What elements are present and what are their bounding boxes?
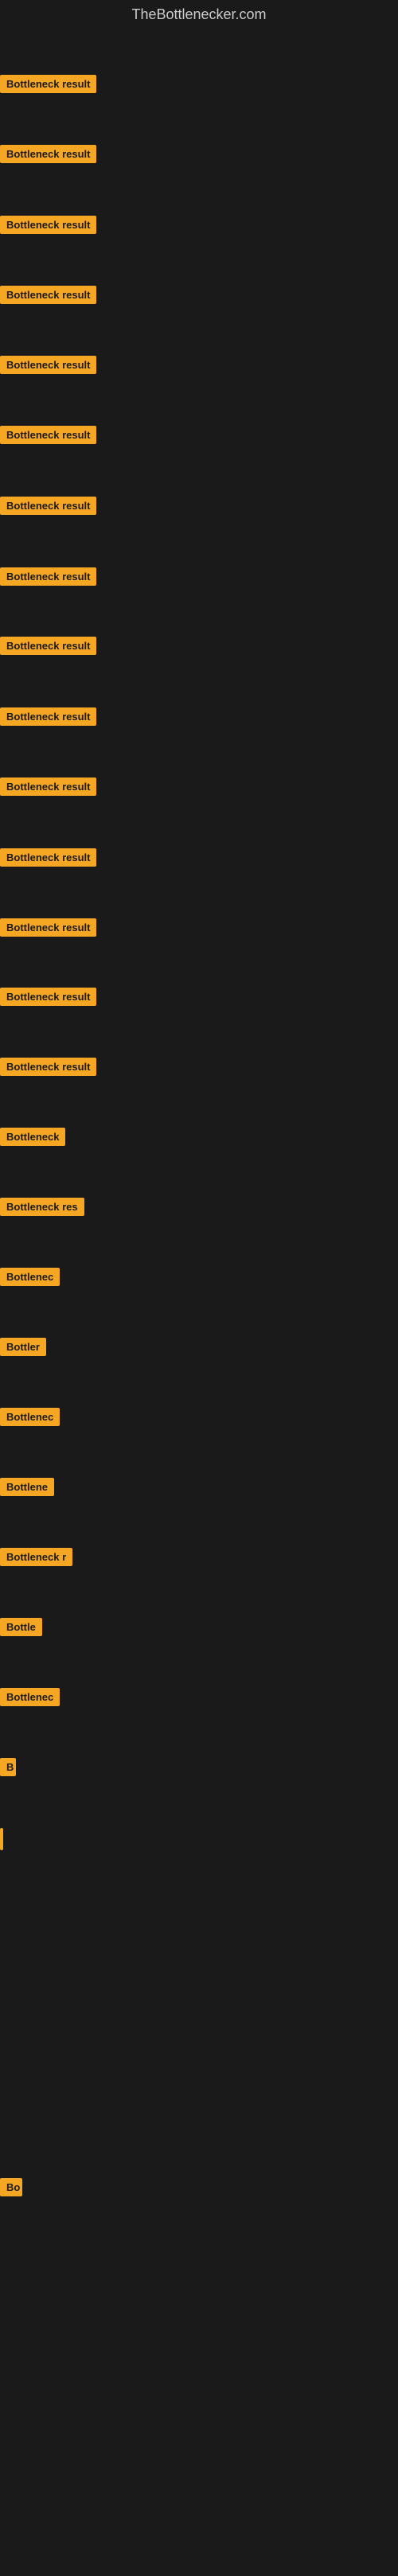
- bottleneck-item: Bottleneck result: [0, 707, 96, 730]
- bottleneck-label: Bottleneck result: [0, 1058, 96, 1076]
- bottleneck-label: Bottleneck result: [0, 356, 96, 374]
- bottleneck-item: Bottlenec: [0, 1268, 60, 1290]
- bottleneck-label: Bottleneck result: [0, 988, 96, 1006]
- bottleneck-item: Bottleneck result: [0, 75, 96, 97]
- bottleneck-label: Bottleneck result: [0, 567, 96, 586]
- bottleneck-item: B: [0, 1758, 16, 1780]
- bottleneck-item: Bottleneck result: [0, 426, 96, 448]
- bottleneck-item: Bottleneck: [0, 1128, 65, 1150]
- bottleneck-label: Bottleneck r: [0, 1548, 72, 1566]
- bottleneck-label: Bottleneck result: [0, 216, 96, 234]
- bottleneck-label: Bottlenec: [0, 1688, 60, 1706]
- bottleneck-label: Bottler: [0, 1338, 46, 1356]
- bottleneck-item: Bottle: [0, 1618, 42, 1640]
- bottleneck-label: Bottlene: [0, 1478, 54, 1496]
- site-title: TheBottlenecker.com: [0, 0, 398, 29]
- bottleneck-label: Bottleneck result: [0, 145, 96, 163]
- bottleneck-label: Bottleneck result: [0, 707, 96, 726]
- bottleneck-label: Bo: [0, 2178, 22, 2196]
- bottleneck-item: Bottleneck result: [0, 145, 96, 167]
- bottleneck-item: Bottleneck result: [0, 356, 96, 378]
- bottleneck-label: Bottleneck result: [0, 637, 96, 655]
- bottleneck-label: Bottleneck result: [0, 848, 96, 867]
- bottleneck-item: Bottleneck res: [0, 1198, 84, 1220]
- bottleneck-item: Bottleneck result: [0, 988, 96, 1010]
- bottleneck-item: Bottleneck result: [0, 1058, 96, 1080]
- bottleneck-label: B: [0, 1758, 16, 1776]
- bottleneck-label: Bottleneck result: [0, 918, 96, 937]
- bottleneck-label: Bottleneck result: [0, 286, 96, 304]
- bottleneck-label: Bottleneck res: [0, 1198, 84, 1216]
- bottleneck-item: Bottleneck result: [0, 497, 96, 519]
- bottleneck-item: Bottlenec: [0, 1408, 60, 1430]
- bottleneck-label: Bottle: [0, 1618, 42, 1636]
- bottleneck-item: Bottleneck result: [0, 216, 96, 238]
- bottleneck-label: Bottleneck result: [0, 75, 96, 93]
- bottleneck-item: Bottler: [0, 1338, 46, 1360]
- bottleneck-item: Bottlenec: [0, 1688, 60, 1710]
- bottleneck-label: Bottleneck result: [0, 426, 96, 444]
- bottleneck-item: Bottleneck r: [0, 1548, 72, 1570]
- bottleneck-item: Bottleneck result: [0, 567, 96, 590]
- bottleneck-item: Bottleneck result: [0, 777, 96, 800]
- bottleneck-item: Bottleneck result: [0, 637, 96, 659]
- bottleneck-item: Bottleneck result: [0, 918, 96, 941]
- bottleneck-item: [0, 1828, 3, 1850]
- bottleneck-label: Bottlenec: [0, 1268, 60, 1286]
- bottleneck-item: Bottleneck result: [0, 286, 96, 308]
- bottleneck-label: Bottleneck: [0, 1128, 65, 1146]
- bottleneck-label: Bottleneck result: [0, 497, 96, 515]
- bottleneck-item: Bo: [0, 2178, 22, 2200]
- bottleneck-item: Bottlene: [0, 1478, 54, 1500]
- bottleneck-label: Bottleneck result: [0, 777, 96, 796]
- bottleneck-item: Bottleneck result: [0, 848, 96, 871]
- bottleneck-label: Bottlenec: [0, 1408, 60, 1426]
